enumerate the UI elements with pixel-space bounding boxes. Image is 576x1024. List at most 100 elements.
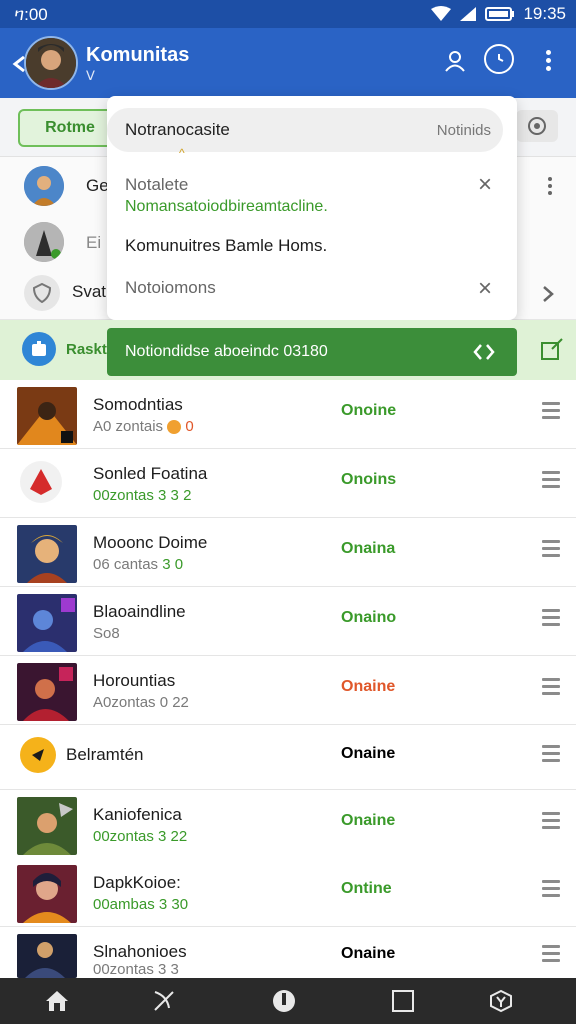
- item-name: Somodntias: [93, 395, 183, 414]
- notification-banner: Raskt Notiondidse aboeindc 03180: [0, 320, 576, 380]
- list-item[interactable]: Mooonc Doime 06 cantas 3 0 Onaina: [0, 518, 576, 587]
- profile-button[interactable]: [438, 44, 472, 78]
- list-item[interactable]: Sonled Foatina 00zontas 3 3 2 Onoins: [0, 449, 576, 518]
- close-icon[interactable]: ×: [473, 277, 497, 301]
- signal-icon: [460, 7, 477, 21]
- history-button[interactable]: [484, 44, 514, 74]
- member-avatar: [24, 166, 64, 206]
- status-label: Onoine: [341, 402, 397, 419]
- notification-popup: Notranocasite Notinids ^ Notalete Nomans…: [107, 96, 517, 320]
- game-thumbnail: [17, 525, 77, 583]
- wifi-icon: [431, 6, 452, 21]
- item-meta: So8: [93, 625, 120, 642]
- community-title: Komunitas: [86, 44, 190, 66]
- status-time-right: 19:35: [523, 4, 566, 23]
- person-icon: [445, 51, 465, 72]
- list-item[interactable]: Somodntias A0 zontais 0 Onoine: [0, 380, 576, 449]
- battery-icon: [485, 7, 515, 21]
- item-name: Sonled Foatina: [93, 464, 208, 483]
- status-label: Onaine: [341, 945, 396, 962]
- bottom-navigation: [0, 978, 576, 1024]
- drag-handle-icon[interactable]: [542, 609, 560, 630]
- banner-message: Notiondidse aboeindc 03180: [125, 343, 328, 360]
- drag-handle-icon[interactable]: [542, 540, 560, 561]
- status-icons: 19:35: [431, 4, 566, 24]
- compass-icon[interactable]: [269, 986, 299, 1016]
- item-name: Belramtén: [66, 745, 144, 764]
- popup-search-field[interactable]: Notranocasite Notinids: [107, 108, 503, 152]
- status-label: Onaine: [341, 812, 396, 829]
- item-meta: A0zontas 0 22: [93, 694, 189, 711]
- item-meta: 00zontas 3 3 2: [93, 487, 192, 504]
- item-name: Slnahonioes: [93, 942, 187, 961]
- drag-handle-icon[interactable]: [542, 812, 560, 833]
- clock-icon: [498, 54, 504, 62]
- drag-handle-icon[interactable]: [542, 880, 560, 901]
- game-thumbnail: [17, 663, 77, 721]
- member-name: Ei: [86, 233, 102, 252]
- game-thumbnail: [17, 865, 77, 923]
- square-icon[interactable]: [388, 986, 418, 1016]
- item-meta: A0 zontais 0: [93, 418, 194, 435]
- game-thumbnail: [17, 797, 77, 855]
- chat-icon: [22, 332, 56, 366]
- caret-icon: ^: [179, 146, 185, 160]
- toggle-button[interactable]: [516, 110, 558, 142]
- status-label: Onoins: [341, 471, 397, 488]
- drag-handle-icon[interactable]: [542, 402, 560, 423]
- home-icon[interactable]: [42, 986, 72, 1016]
- member-name: Ge: [86, 176, 109, 195]
- member-avatar: [24, 222, 64, 262]
- item-name: Blaoaindline: [93, 602, 186, 621]
- banner-left-label: Raskt: [66, 341, 107, 358]
- status-label: Onaine: [341, 745, 396, 762]
- status-label: Onaino: [341, 609, 397, 626]
- list-item[interactable]: Horountias A0zontas 0 22 Onaine: [0, 656, 576, 725]
- community-subtitle: ⴸ: [86, 68, 95, 83]
- code-arrows-icon: [473, 344, 495, 360]
- status-label: Onaine: [341, 678, 396, 695]
- close-icon[interactable]: ×: [473, 173, 497, 197]
- item-meta: 06 cantas 3 0: [93, 556, 184, 573]
- list-item[interactable]: Blaoaindline So8 Onaino: [0, 587, 576, 656]
- item-name: Kaniofenica: [93, 805, 182, 824]
- status-time-left: ⴈ:00: [14, 5, 48, 24]
- item-name: Horountias: [93, 671, 176, 690]
- banner-message-button[interactable]: Notiondidse aboeindc 03180: [107, 328, 517, 376]
- settings-label: Svat: [72, 282, 107, 301]
- timer-icon[interactable]: [486, 986, 516, 1016]
- drag-handle-icon[interactable]: [542, 471, 560, 492]
- row-more-button[interactable]: [548, 177, 552, 195]
- popup-search-text: Notranocasite: [125, 120, 230, 139]
- game-thumbnail: [20, 461, 62, 503]
- chevron-right-icon[interactable]: [542, 285, 554, 303]
- status-label: Onaina: [341, 540, 396, 557]
- item-name: DapkKoioe:: [93, 873, 181, 892]
- community-avatar[interactable]: [24, 36, 78, 90]
- game-thumbnail: [17, 594, 77, 652]
- edit-icon[interactable]: [540, 337, 564, 361]
- item-meta: 00zontas 3 3: [93, 961, 179, 978]
- drag-handle-icon[interactable]: [542, 945, 560, 966]
- record-icon: [528, 117, 546, 135]
- list-item[interactable]: Slnahonioes 00zontas 3 3 Onaine: [0, 927, 576, 978]
- drag-handle-icon[interactable]: [542, 678, 560, 699]
- status-label: Ontine: [341, 880, 392, 897]
- status-bar: ⴈ:00 19:35: [0, 0, 576, 28]
- drag-handle-icon[interactable]: [542, 745, 560, 766]
- popup-item-title: Notoiomons: [125, 278, 216, 297]
- popup-item-title[interactable]: Komunuitres Bamle Homs.: [125, 236, 327, 256]
- game-thumbnail: [17, 387, 77, 445]
- popup-item-title: Notalete: [125, 175, 189, 194]
- game-thumbnail: [17, 934, 77, 978]
- more-menu-button[interactable]: [546, 50, 552, 71]
- popup-item-subtitle: Nomansatoiodbireamtacline.: [125, 198, 328, 215]
- swap-icon[interactable]: [149, 986, 179, 1016]
- item-name: Mooonc Doime: [93, 533, 208, 552]
- list-item[interactable]: Kaniofenica 00zontas 3 22 Onaine: [0, 790, 576, 859]
- popup-search-right-label: Notinids: [436, 122, 491, 139]
- list-item[interactable]: DapkKoioe: 00ambas 3 30 Ontine: [0, 858, 576, 927]
- shield-icon: [24, 275, 60, 311]
- list-item[interactable]: Belramtén Onaine: [0, 725, 576, 790]
- item-meta: 00ambas 3 30: [93, 896, 189, 913]
